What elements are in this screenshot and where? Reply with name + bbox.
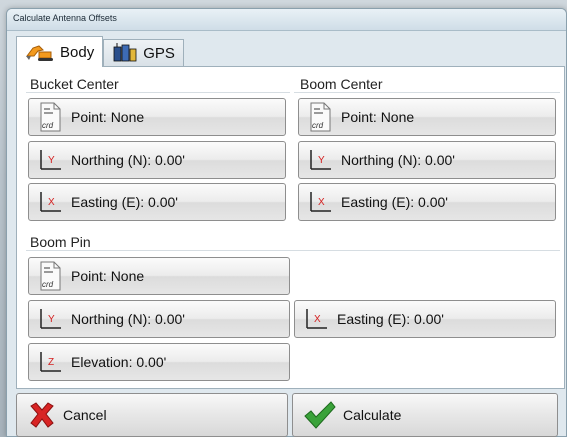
bucket-center-easting-button[interactable]: X Easting (E): 0.00' <box>28 183 286 221</box>
boom-pin-divider <box>26 250 560 251</box>
cancel-button[interactable]: Cancel <box>16 393 288 437</box>
y-axis-icon: Y <box>37 307 63 331</box>
bucket-center-northing-button[interactable]: Y Northing (N): 0.00' <box>28 141 286 179</box>
svg-text:Y: Y <box>48 155 55 166</box>
window-title: Calculate Antenna Offsets <box>7 9 566 31</box>
checkmark-icon <box>303 400 337 430</box>
crd-file-icon: crd <box>37 102 63 132</box>
close-icon <box>27 400 57 430</box>
crd-file-icon: crd <box>37 261 63 291</box>
boom-pin-elevation-label: Elevation: 0.00' <box>71 354 167 370</box>
svg-text:crd: crd <box>312 121 324 130</box>
svg-text:X: X <box>48 197 55 208</box>
svg-text:X: X <box>314 314 321 325</box>
boom-pin-title: Boom Pin <box>30 234 91 250</box>
svg-text:crd: crd <box>42 280 54 289</box>
cancel-label: Cancel <box>63 407 107 423</box>
tab-strip: Body GPS <box>16 36 184 67</box>
bucket-center-title: Bucket Center <box>30 76 119 92</box>
boom-center-point-label: Point: None <box>341 109 415 125</box>
boom-pin-easting-button[interactable]: X Easting (E): 0.00' <box>294 300 556 338</box>
boom-pin-elevation-button[interactable]: Z Elevation: 0.00' <box>28 343 290 381</box>
excavator-icon <box>25 42 55 62</box>
bucket-center-point-label: Point: None <box>71 109 145 125</box>
boom-center-easting-button[interactable]: X Easting (E): 0.00' <box>298 183 556 221</box>
boom-pin-point-label: Point: None <box>71 268 145 284</box>
gps-receiver-icon <box>112 43 138 63</box>
boom-center-divider <box>294 92 560 93</box>
x-axis-icon: X <box>303 307 329 331</box>
x-axis-icon: X <box>307 190 333 214</box>
z-axis-icon: Z <box>37 350 63 374</box>
tab-body-label: Body <box>60 43 95 61</box>
boom-pin-northing-button[interactable]: Y Northing (N): 0.00' <box>28 300 290 338</box>
bucket-center-point-button[interactable]: crd Point: None <box>28 98 286 136</box>
boom-pin-northing-label: Northing (N): 0.00' <box>71 311 185 327</box>
crd-file-icon: crd <box>307 102 333 132</box>
svg-text:X: X <box>318 197 325 208</box>
bucket-center-divider <box>26 92 290 93</box>
tab-gps[interactable]: GPS <box>103 39 184 66</box>
svg-text:Y: Y <box>318 155 325 166</box>
tab-body[interactable]: Body <box>16 36 104 67</box>
bucket-center-northing-label: Northing (N): 0.00' <box>71 152 185 168</box>
boom-center-point-button[interactable]: crd Point: None <box>298 98 556 136</box>
boom-pin-point-button[interactable]: crd Point: None <box>28 257 290 295</box>
svg-text:Z: Z <box>48 357 54 368</box>
svg-text:crd: crd <box>42 121 54 130</box>
boom-center-northing-button[interactable]: Y Northing (N): 0.00' <box>298 141 556 179</box>
svg-text:Y: Y <box>48 314 55 325</box>
tab-gps-label: GPS <box>143 44 175 62</box>
x-axis-icon: X <box>37 190 63 214</box>
boom-center-easting-label: Easting (E): 0.00' <box>341 194 448 210</box>
bucket-center-easting-label: Easting (E): 0.00' <box>71 194 178 210</box>
boom-center-northing-label: Northing (N): 0.00' <box>341 152 455 168</box>
y-axis-icon: Y <box>307 148 333 172</box>
calculate-label: Calculate <box>343 407 402 423</box>
boom-pin-easting-label: Easting (E): 0.00' <box>337 311 444 327</box>
calculate-button[interactable]: Calculate <box>292 393 558 437</box>
y-axis-icon: Y <box>37 148 63 172</box>
boom-center-title: Boom Center <box>300 76 383 92</box>
